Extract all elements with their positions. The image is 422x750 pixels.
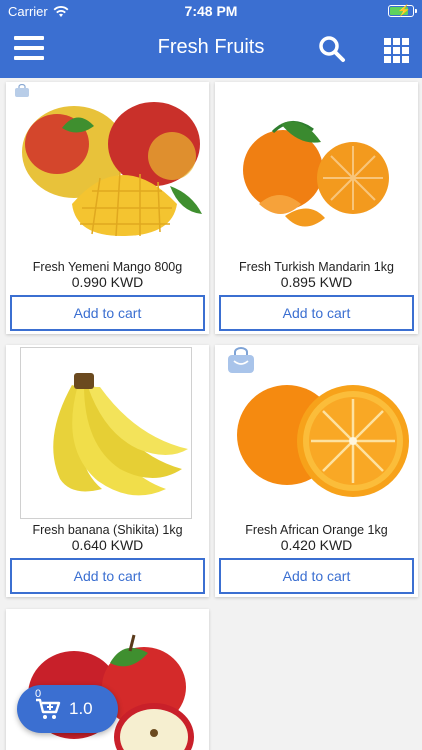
add-to-cart-button[interactable]: Add to cart <box>219 295 414 331</box>
product-card[interactable]: Fresh Yemeni Mango 800g 0.990 KWD Add to… <box>6 82 209 334</box>
search-icon[interactable] <box>318 35 346 63</box>
navigation-header: Fresh Fruits <box>0 22 422 78</box>
product-name: Fresh Turkish Mandarin 1kg <box>239 260 394 274</box>
status-bar: Carrier 7:48 PM ⚡ <box>0 0 422 22</box>
add-to-cart-button[interactable]: Add to cart <box>10 558 205 594</box>
product-card[interactable]: Fresh African Orange 1kg 0.420 KWD Add t… <box>215 345 418 597</box>
product-card[interactable]: Fresh banana (Shikita) 1kg 0.640 KWD Add… <box>6 345 209 597</box>
battery-icon: ⚡ <box>388 5 417 17</box>
product-name: Fresh Yemeni Mango 800g <box>32 260 183 274</box>
page-title: Fresh Fruits <box>157 36 265 58</box>
product-price: 0.895 KWD <box>280 274 353 290</box>
product-name: Fresh African Orange 1kg <box>245 523 388 537</box>
product-card[interactable]: Fresh Turkish Mandarin 1kg 0.895 KWD Add… <box>215 82 418 334</box>
banana-image <box>53 373 188 496</box>
app-header-bar: Carrier 7:48 PM ⚡ Fresh Fruits <box>0 0 422 78</box>
product-price: 0.990 KWD <box>71 274 144 290</box>
cart-total: 1.0 <box>69 699 93 718</box>
status-time: 7:48 PM <box>184 3 238 19</box>
mandarin-image <box>243 121 389 227</box>
orange-image <box>237 385 409 497</box>
cart-add-icon <box>36 698 61 719</box>
cart-floating-button[interactable]: 0 1.0 <box>17 685 118 733</box>
grid-view-icon[interactable] <box>384 38 410 63</box>
mango-image <box>22 102 202 237</box>
product-name: Fresh banana (Shikita) 1kg <box>32 523 183 537</box>
add-to-cart-button[interactable]: Add to cart <box>219 558 414 594</box>
product-price: 0.640 KWD <box>71 537 144 553</box>
product-price: 0.420 KWD <box>280 537 353 553</box>
add-to-cart-button[interactable]: Add to cart <box>10 295 205 331</box>
